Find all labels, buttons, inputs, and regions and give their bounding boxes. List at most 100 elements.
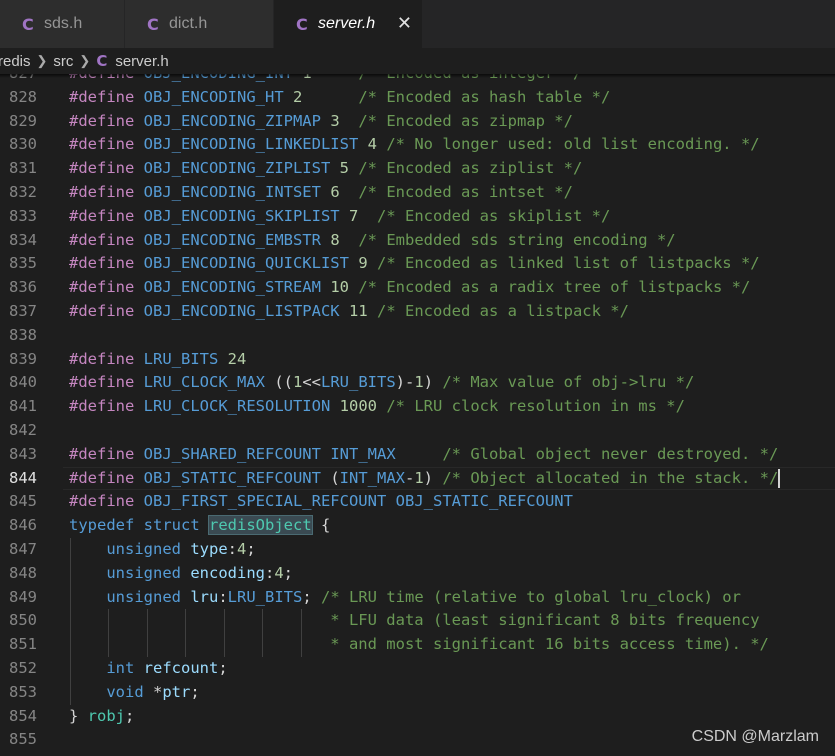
code-line[interactable]: 850 * LFU data (least significant 8 bits…: [0, 609, 835, 634]
line-code: #define OBJ_ENCODING_HT 2 /* Encoded as …: [69, 87, 611, 106]
line-code: #define OBJ_FIRST_SPECIAL_REFCOUNT OBJ_S…: [69, 492, 573, 511]
tab-bar: C sds.h C dict.h C server.h ✕: [0, 0, 835, 48]
code-line[interactable]: 844 #define OBJ_STATIC_REFCOUNT (INT_MAX-…: [0, 466, 835, 491]
line-number: 842: [9, 420, 37, 439]
code-line[interactable]: 840 #define LRU_CLOCK_MAX ((1<<LRU_BITS)-…: [0, 371, 835, 395]
code-line[interactable]: 842: [0, 419, 835, 443]
c-file-icon: C: [296, 14, 308, 34]
c-file-icon: C: [22, 14, 34, 34]
code-line[interactable]: 846 typedef struct redisObject {: [0, 514, 835, 538]
code-line[interactable]: 829 #define OBJ_ENCODING_ZIPMAP 3 /* Enco…: [0, 110, 835, 134]
line-code: #define OBJ_SHARED_REFCOUNT INT_MAX /* G…: [69, 444, 779, 463]
line-number: 854: [9, 706, 37, 725]
line-code: #define OBJ_ENCODING_LINKEDLIST 4 /* No …: [69, 135, 760, 154]
chevron-right-icon: ❯: [79, 53, 91, 68]
line-code: unsigned type:4;: [106, 539, 256, 558]
line-code: /* The a string name for an object's typ…: [69, 752, 601, 756]
line-code: #define OBJ_ENCODING_ZIPLIST 5 /* Encode…: [69, 159, 583, 178]
line-code: #define OBJ_ENCODING_INTSET 6 /* Encoded…: [69, 182, 573, 201]
line-code: #define OBJ_ENCODING_QUICKLIST 9 /* Enco…: [69, 254, 760, 273]
breadcrumb-file[interactable]: server.h: [115, 53, 168, 70]
code-lines: 827#define OBJ_ENCODING_INT 1 /* Encoded…: [0, 74, 835, 756]
code-line[interactable]: 835 #define OBJ_ENCODING_QUICKLIST 9 /* E…: [0, 252, 835, 276]
line-number: 846: [9, 516, 37, 535]
line-code: #define OBJ_ENCODING_LISTPACK 11 /* Enco…: [69, 301, 629, 320]
line-number: 831: [9, 159, 37, 178]
tab-label: sds.h: [44, 15, 83, 32]
line-number: 841: [9, 397, 37, 416]
line-code: #define OBJ_ENCODING_SKIPLIST 7 /* Encod…: [69, 206, 611, 225]
line-number: 847: [9, 539, 37, 558]
breadcrumb-folder-src[interactable]: src: [53, 53, 73, 70]
line-number: 828: [9, 87, 37, 106]
line-number: 848: [9, 563, 37, 582]
code-line[interactable]: 849 unsigned lru:LRU_BITS; /* LRU time (…: [0, 585, 835, 610]
code-line[interactable]: 854} robj;: [0, 705, 835, 729]
line-code: #define LRU_BITS 24: [69, 349, 247, 368]
line-code: #define OBJ_ENCODING_STREAM 10 /* Encode…: [69, 278, 751, 297]
line-number: 830: [9, 135, 37, 154]
code-line[interactable]: 830 #define OBJ_ENCODING_LINKEDLIST 4 /* …: [0, 133, 835, 157]
code-line[interactable]: 845 #define OBJ_FIRST_SPECIAL_REFCOUNT OB…: [0, 490, 835, 514]
line-number: 849: [9, 587, 37, 606]
line-number: 833: [9, 206, 37, 225]
code-editor[interactable]: 827#define OBJ_ENCODING_INT 1 /* Encoded…: [0, 74, 835, 756]
line-number: 834: [9, 230, 37, 249]
line-number: 836: [9, 278, 37, 297]
c-file-icon: C: [96, 52, 108, 70]
line-number: 852: [9, 658, 37, 677]
code-line[interactable]: 841 #define LRU_CLOCK_RESOLUTION 1000 /* …: [0, 395, 835, 419]
code-line[interactable]: 834 #define OBJ_ENCODING_EMBSTR 8 /* Embe…: [0, 229, 835, 253]
line-code: unsigned encoding:4;: [106, 563, 294, 582]
text-cursor: [778, 468, 781, 488]
line-code: unsigned lru:LRU_BITS; /* LRU time (rela…: [106, 587, 741, 606]
line-code: #define LRU_CLOCK_RESOLUTION 1000 /* LRU…: [69, 397, 685, 416]
highlighted-symbol: redisObject: [208, 515, 313, 536]
tab-sds-h[interactable]: C sds.h: [0, 0, 124, 48]
breadcrumb: redis ❯ src ❯ C server.h: [0, 48, 835, 74]
line-number: 838: [9, 325, 37, 344]
code-line[interactable]: 833 #define OBJ_ENCODING_SKIPLIST 7 /* En…: [0, 205, 835, 229]
code-line[interactable]: 828 #define OBJ_ENCODING_HT 2 /* Encoded …: [0, 86, 835, 110]
line-code: #define OBJ_STATIC_REFCOUNT (INT_MAX-1) …: [69, 468, 781, 488]
tab-dict-h[interactable]: C dict.h: [125, 0, 273, 48]
code-line[interactable]: 838: [0, 324, 835, 348]
line-number: 851: [9, 635, 37, 654]
code-line[interactable]: 837 #define OBJ_ENCODING_LISTPACK 11 /* E…: [0, 300, 835, 324]
scroll-shadow: [0, 74, 835, 78]
code-line[interactable]: 848 unsigned encoding:4;: [0, 561, 835, 586]
code-line[interactable]: 839 #define LRU_BITS 24: [0, 348, 835, 372]
line-number: 855: [9, 730, 37, 749]
code-line[interactable]: 851 * and most significant 16 bits acces…: [0, 633, 835, 657]
line-code: * and most significant 16 bits access ti…: [330, 635, 769, 654]
close-icon[interactable]: ✕: [397, 13, 412, 34]
line-number: 853: [9, 682, 37, 701]
code-line[interactable]: 831 #define OBJ_ENCODING_ZIPLIST 5 /* Enc…: [0, 157, 835, 181]
tab-label: server.h: [318, 15, 376, 32]
line-code: #define OBJ_ENCODING_ZIPMAP 3 /* Encoded…: [69, 111, 573, 130]
watermark: CSDN @Marzlam: [691, 728, 819, 745]
code-line[interactable]: 843 #define OBJ_SHARED_REFCOUNT INT_MAX /…: [0, 443, 835, 467]
line-code: #define OBJ_ENCODING_EMBSTR 8 /* Embedde…: [69, 230, 676, 249]
line-code: int refcount;: [106, 658, 228, 677]
breadcrumb-folder-redis[interactable]: redis: [0, 53, 31, 70]
line-number: 856: [0, 752, 37, 756]
line-number: 837: [9, 301, 37, 320]
code-line[interactable]: 832 #define OBJ_ENCODING_INTSET 6 /* Enco…: [0, 181, 835, 205]
c-file-icon: C: [147, 14, 159, 34]
line-number: 840: [9, 373, 37, 392]
code-line[interactable]: 852 int refcount;: [0, 656, 835, 681]
tab-server-h[interactable]: C server.h ✕: [274, 0, 422, 48]
code-line[interactable]: 853 void *ptr;: [0, 680, 835, 705]
line-code: void *ptr;: [106, 682, 200, 701]
line-code: * LFU data (least significant 8 bits fre…: [330, 611, 760, 630]
line-code: typedef struct redisObject {: [69, 515, 331, 536]
line-number: 850: [9, 611, 37, 630]
code-line[interactable]: 856 /* The a string name for an object's …: [0, 752, 835, 756]
line-code: #define LRU_CLOCK_MAX ((1<<LRU_BITS)-1) …: [69, 373, 695, 392]
code-line[interactable]: 836 #define OBJ_ENCODING_STREAM 10 /* Enc…: [0, 276, 835, 300]
line-number: 829: [9, 111, 37, 130]
line-number: 839: [9, 349, 37, 368]
code-line[interactable]: 847 unsigned type:4;: [0, 537, 835, 562]
line-number: 844: [9, 468, 37, 487]
